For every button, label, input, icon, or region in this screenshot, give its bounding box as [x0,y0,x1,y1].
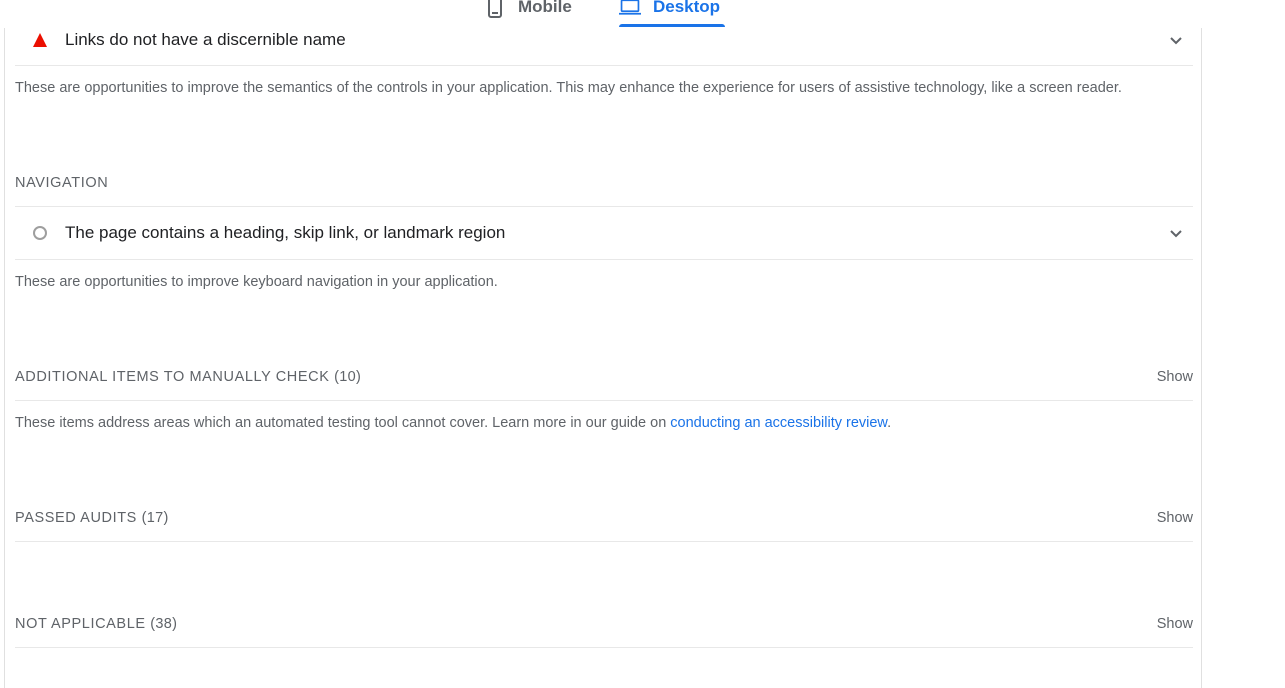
description-suffix: . [887,415,892,431]
group-header-manual[interactable]: ADDITIONAL ITEMS TO MANUALLY CHECK (10) … [15,369,1193,389]
audit-row-bypass[interactable]: The page contains a heading, skip link, … [15,206,1193,260]
group-header-not-applicable[interactable]: NOT APPLICABLE (38) Show [15,616,1193,636]
device-tabs: Mobile Desktop [0,0,1285,28]
group-title: ADDITIONAL ITEMS TO MANUALLY CHECK [15,369,330,385]
chevron-down-icon[interactable] [1169,33,1183,47]
informative-circle-icon [33,226,47,240]
accessibility-review-link[interactable]: conducting an accessibility review [670,415,887,431]
group-count: (38) [150,616,178,632]
show-toggle[interactable]: Show [1157,369,1193,385]
phone-icon [488,0,502,18]
group-description: These are opportunities to improve the s… [15,80,1122,96]
divider [15,647,1193,648]
divider [15,541,1193,542]
active-tab-indicator [619,24,725,27]
group-title: PASSED AUDITS [15,510,137,526]
tab-desktop-label: Desktop [653,0,721,16]
divider [15,400,1193,401]
audit-title: Links do not have a discernible name [65,29,346,49]
show-toggle[interactable]: Show [1157,616,1193,632]
group-count: (17) [141,510,169,526]
group-header-navigation: NAVIGATION [15,175,1193,195]
audit-title: The page contains a heading, skip link, … [65,223,506,242]
group-description: These items address areas which an autom… [15,415,891,431]
report-panel [4,0,1202,688]
group-header-passed[interactable]: PASSED AUDITS (17) Show [15,510,1193,530]
group-count: (10) [334,369,362,385]
description-text: These items address areas which an autom… [15,415,671,431]
group-description: These are opportunities to improve keybo… [15,274,498,290]
tab-mobile-label: Mobile [518,0,572,16]
fail-triangle-icon [33,32,47,47]
tab-desktop[interactable]: Desktop [619,0,720,26]
tab-mobile[interactable]: Mobile [484,0,572,26]
chevron-down-icon[interactable] [1169,226,1183,240]
group-title: NAVIGATION [15,175,109,191]
show-toggle[interactable]: Show [1157,510,1193,526]
laptop-icon [619,0,641,15]
group-title: NOT APPLICABLE [15,616,146,632]
